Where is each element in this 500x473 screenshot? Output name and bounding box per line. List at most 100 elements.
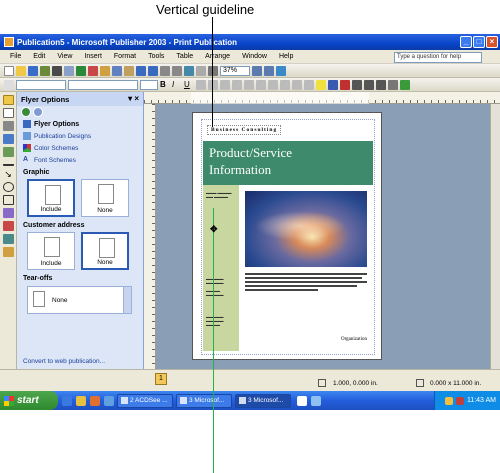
convert-to-web-link[interactable]: Convert to web publication... — [23, 358, 105, 365]
zoom-out-icon[interactable] — [252, 65, 262, 76]
open-icon[interactable] — [16, 65, 26, 76]
form-control-icon[interactable] — [2, 234, 14, 244]
undo-icon[interactable] — [136, 65, 146, 76]
menu-format[interactable]: Format — [108, 53, 142, 60]
text-box-icon[interactable] — [2, 108, 14, 118]
special-characters-icon[interactable] — [208, 65, 218, 76]
numbering-icon[interactable] — [244, 79, 254, 90]
link-publication-designs[interactable]: Publication Designs — [17, 130, 143, 142]
maximize-button[interactable]: □ — [473, 36, 485, 48]
tray-app-icon[interactable] — [311, 395, 321, 406]
hand-icon[interactable] — [444, 396, 453, 405]
vertical-ruler[interactable] — [144, 104, 156, 369]
decrease-font-icon[interactable] — [292, 79, 302, 90]
align-left-icon[interactable] — [196, 79, 206, 90]
company-name-text[interactable]: Business Consulting — [207, 125, 282, 135]
send-to-back-icon[interactable] — [172, 65, 182, 76]
organization-logo[interactable]: Organization — [341, 337, 367, 342]
task-acdsee[interactable]: 2 ACDSee ... — [117, 393, 173, 408]
copy-icon[interactable] — [112, 65, 122, 76]
italic-icon[interactable]: I — [172, 80, 182, 90]
back-icon[interactable] — [21, 107, 31, 117]
zoom-in-icon[interactable] — [264, 65, 274, 76]
document-workspace[interactable]: Business Consulting Product/Service Info… — [156, 104, 490, 473]
dash-style-icon[interactable] — [364, 79, 374, 90]
address-none-option[interactable]: None — [81, 232, 129, 270]
align-center-icon[interactable] — [208, 79, 218, 90]
hot-spot-icon[interactable] — [2, 221, 14, 231]
bring-to-front-icon[interactable] — [160, 65, 170, 76]
insert-hyperlink-icon[interactable] — [184, 65, 194, 76]
font-select[interactable] — [68, 79, 138, 90]
picture-frame-icon[interactable] — [2, 147, 14, 157]
zoom-select[interactable]: 37% — [220, 65, 250, 76]
wordart-icon[interactable] — [2, 134, 14, 144]
link-color-schemes[interactable]: Color Schemes — [17, 142, 143, 154]
internet-explorer-icon[interactable] — [62, 395, 72, 406]
underline-icon[interactable]: U — [184, 80, 194, 90]
menu-insert[interactable]: Insert — [78, 53, 108, 60]
publication-page[interactable]: Business Consulting Product/Service Info… — [192, 112, 382, 360]
body-text-block[interactable] — [245, 271, 367, 293]
font-size-select[interactable] — [140, 79, 158, 90]
link-font-schemes[interactable]: A Font Schemes — [17, 154, 143, 166]
bullets-icon[interactable] — [256, 79, 266, 90]
increase-font-icon[interactable] — [304, 79, 314, 90]
select-objects-icon[interactable] — [2, 95, 14, 105]
help-search-input[interactable]: Type a question for help — [394, 52, 482, 63]
horizontal-ruler[interactable] — [144, 92, 500, 104]
graphic-none-option[interactable]: None — [81, 179, 129, 217]
vertical-scrollbar[interactable] — [490, 104, 500, 369]
spelling-icon[interactable] — [76, 65, 86, 76]
increase-indent-icon[interactable] — [280, 79, 290, 90]
rectangle-icon[interactable] — [2, 195, 14, 205]
task-microsoft-1[interactable]: 3 Microsof... — [176, 393, 232, 408]
headline-block[interactable]: Product/Service Information — [203, 141, 373, 185]
menu-tools[interactable]: Tools — [142, 53, 170, 60]
media-player-icon[interactable] — [90, 395, 100, 406]
align-right-icon[interactable] — [220, 79, 230, 90]
fill-color-icon[interactable] — [316, 79, 326, 90]
link-flyer-options[interactable]: Flyer Options — [17, 118, 143, 130]
3d-style-icon[interactable] — [400, 79, 410, 90]
outlook-icon[interactable] — [76, 395, 86, 406]
style-select[interactable] — [16, 79, 66, 90]
forward-icon[interactable] — [33, 107, 43, 117]
start-button[interactable]: start — [0, 391, 58, 410]
menu-table[interactable]: Table — [170, 53, 199, 60]
decrease-indent-icon[interactable] — [268, 79, 278, 90]
new-icon[interactable] — [4, 65, 14, 76]
oval-icon[interactable] — [2, 182, 14, 192]
save-icon[interactable] — [28, 65, 38, 76]
task-microsoft-2[interactable]: 3 Microsof... — [235, 393, 291, 408]
sunset-sky-picture[interactable] — [245, 191, 367, 267]
menu-help[interactable]: Help — [273, 53, 299, 60]
print-preview-icon[interactable] — [64, 65, 74, 76]
graphic-include-option[interactable]: Include — [27, 179, 75, 217]
design-gallery-icon[interactable] — [2, 247, 14, 257]
tearoffs-list[interactable]: None — [27, 286, 132, 314]
print-icon[interactable] — [52, 65, 62, 76]
vertical-guideline[interactable] — [213, 208, 214, 473]
bold-icon[interactable]: B — [160, 80, 170, 90]
menu-arrange[interactable]: Arrange — [199, 53, 236, 60]
menu-window[interactable]: Window — [236, 53, 273, 60]
task-pane-close-icon[interactable]: ▾ × — [128, 94, 139, 103]
paste-icon[interactable] — [124, 65, 134, 76]
line-style-icon[interactable] — [352, 79, 362, 90]
minimize-button[interactable]: _ — [460, 36, 472, 48]
show-desktop-icon[interactable] — [104, 395, 114, 406]
antivirus-icon[interactable] — [455, 396, 464, 405]
autoshapes-icon[interactable] — [2, 208, 14, 218]
menu-view[interactable]: View — [51, 53, 78, 60]
snagit-icon[interactable] — [297, 395, 307, 406]
justify-icon[interactable] — [232, 79, 242, 90]
redo-icon[interactable] — [148, 65, 158, 76]
insert-table-icon[interactable] — [2, 121, 14, 131]
styles-icon[interactable] — [4, 79, 14, 90]
address-include-option[interactable]: Include — [27, 232, 75, 270]
columns-icon[interactable] — [196, 65, 206, 76]
close-button[interactable]: × — [486, 36, 498, 48]
line-color-icon[interactable] — [328, 79, 338, 90]
help-icon[interactable] — [276, 65, 286, 76]
